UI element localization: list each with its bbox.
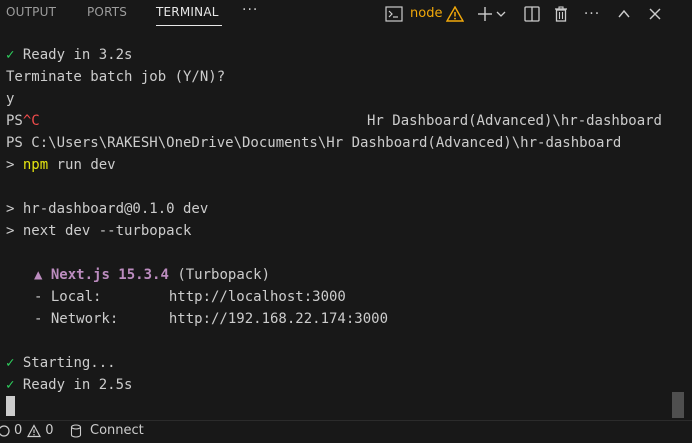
terminal-line: PS^C Hr Dashboard(Advanced)\hr-dashboard xyxy=(6,113,662,129)
chevron-down-icon[interactable] xyxy=(494,4,508,24)
ellipsis-icon[interactable]: ··· xyxy=(582,4,602,24)
terminal-line: ▲ Next.js 15.3.4 (Turbopack) xyxy=(34,267,271,283)
connect-status[interactable]: Connect xyxy=(70,423,144,438)
warning-icon[interactable] xyxy=(445,4,465,24)
database-icon xyxy=(70,423,82,438)
tab-ports[interactable]: PORTS xyxy=(87,5,127,19)
active-tab-indicator xyxy=(156,25,222,26)
terminal-line: ✓ Ready in 2.5s xyxy=(6,377,133,393)
ellipsis-icon[interactable]: ··· xyxy=(242,2,258,18)
terminal-command-line: > npm run dev xyxy=(6,157,116,173)
terminal-line: PS C:\Users\RAKESH\OneDrive\Documents\Hr… xyxy=(6,135,622,151)
terminal-line: ✓ Starting... xyxy=(6,355,116,371)
terminal-line: Terminate batch job (Y/N)? xyxy=(6,69,226,85)
tab-terminal[interactable]: TERMINAL xyxy=(156,5,219,19)
tab-output[interactable]: OUTPUT xyxy=(6,5,56,19)
terminal-icon[interactable] xyxy=(384,4,404,24)
terminal-cursor xyxy=(6,396,15,416)
scrollbar-thumb[interactable] xyxy=(672,392,684,418)
terminal-line: > next dev --turbopack xyxy=(6,223,192,239)
triangle-icon: ▲ xyxy=(34,267,43,283)
close-icon[interactable] xyxy=(645,4,665,24)
status-bar: 0 0 Connect xyxy=(0,420,692,443)
chevron-up-icon[interactable] xyxy=(614,4,634,24)
problems-status[interactable]: 0 0 xyxy=(0,423,54,438)
terminal-name-label[interactable]: node xyxy=(410,6,442,21)
split-terminal-icon[interactable] xyxy=(522,4,542,24)
terminal-scrollbar[interactable] xyxy=(676,28,692,420)
panel-tab-bar: OUTPUT PORTS TERMINAL ··· node ··· xyxy=(0,0,692,28)
terminal-line: - Network: http://192.168.22.174:3000 xyxy=(34,311,389,327)
terminal-line: > hr-dashboard@0.1.0 dev xyxy=(6,201,209,217)
terminal-line: ✓ Ready in 3.2s xyxy=(6,47,133,63)
terminal-line: y xyxy=(6,91,15,107)
terminal-output[interactable]: ✓ Ready in 3.2s Terminate batch job (Y/N… xyxy=(0,40,676,420)
terminal-line: - Local: http://localhost:3000 xyxy=(34,289,346,305)
plus-icon[interactable] xyxy=(475,4,495,24)
error-icon xyxy=(0,424,10,437)
trash-icon[interactable] xyxy=(551,4,571,24)
warning-icon xyxy=(27,423,42,437)
